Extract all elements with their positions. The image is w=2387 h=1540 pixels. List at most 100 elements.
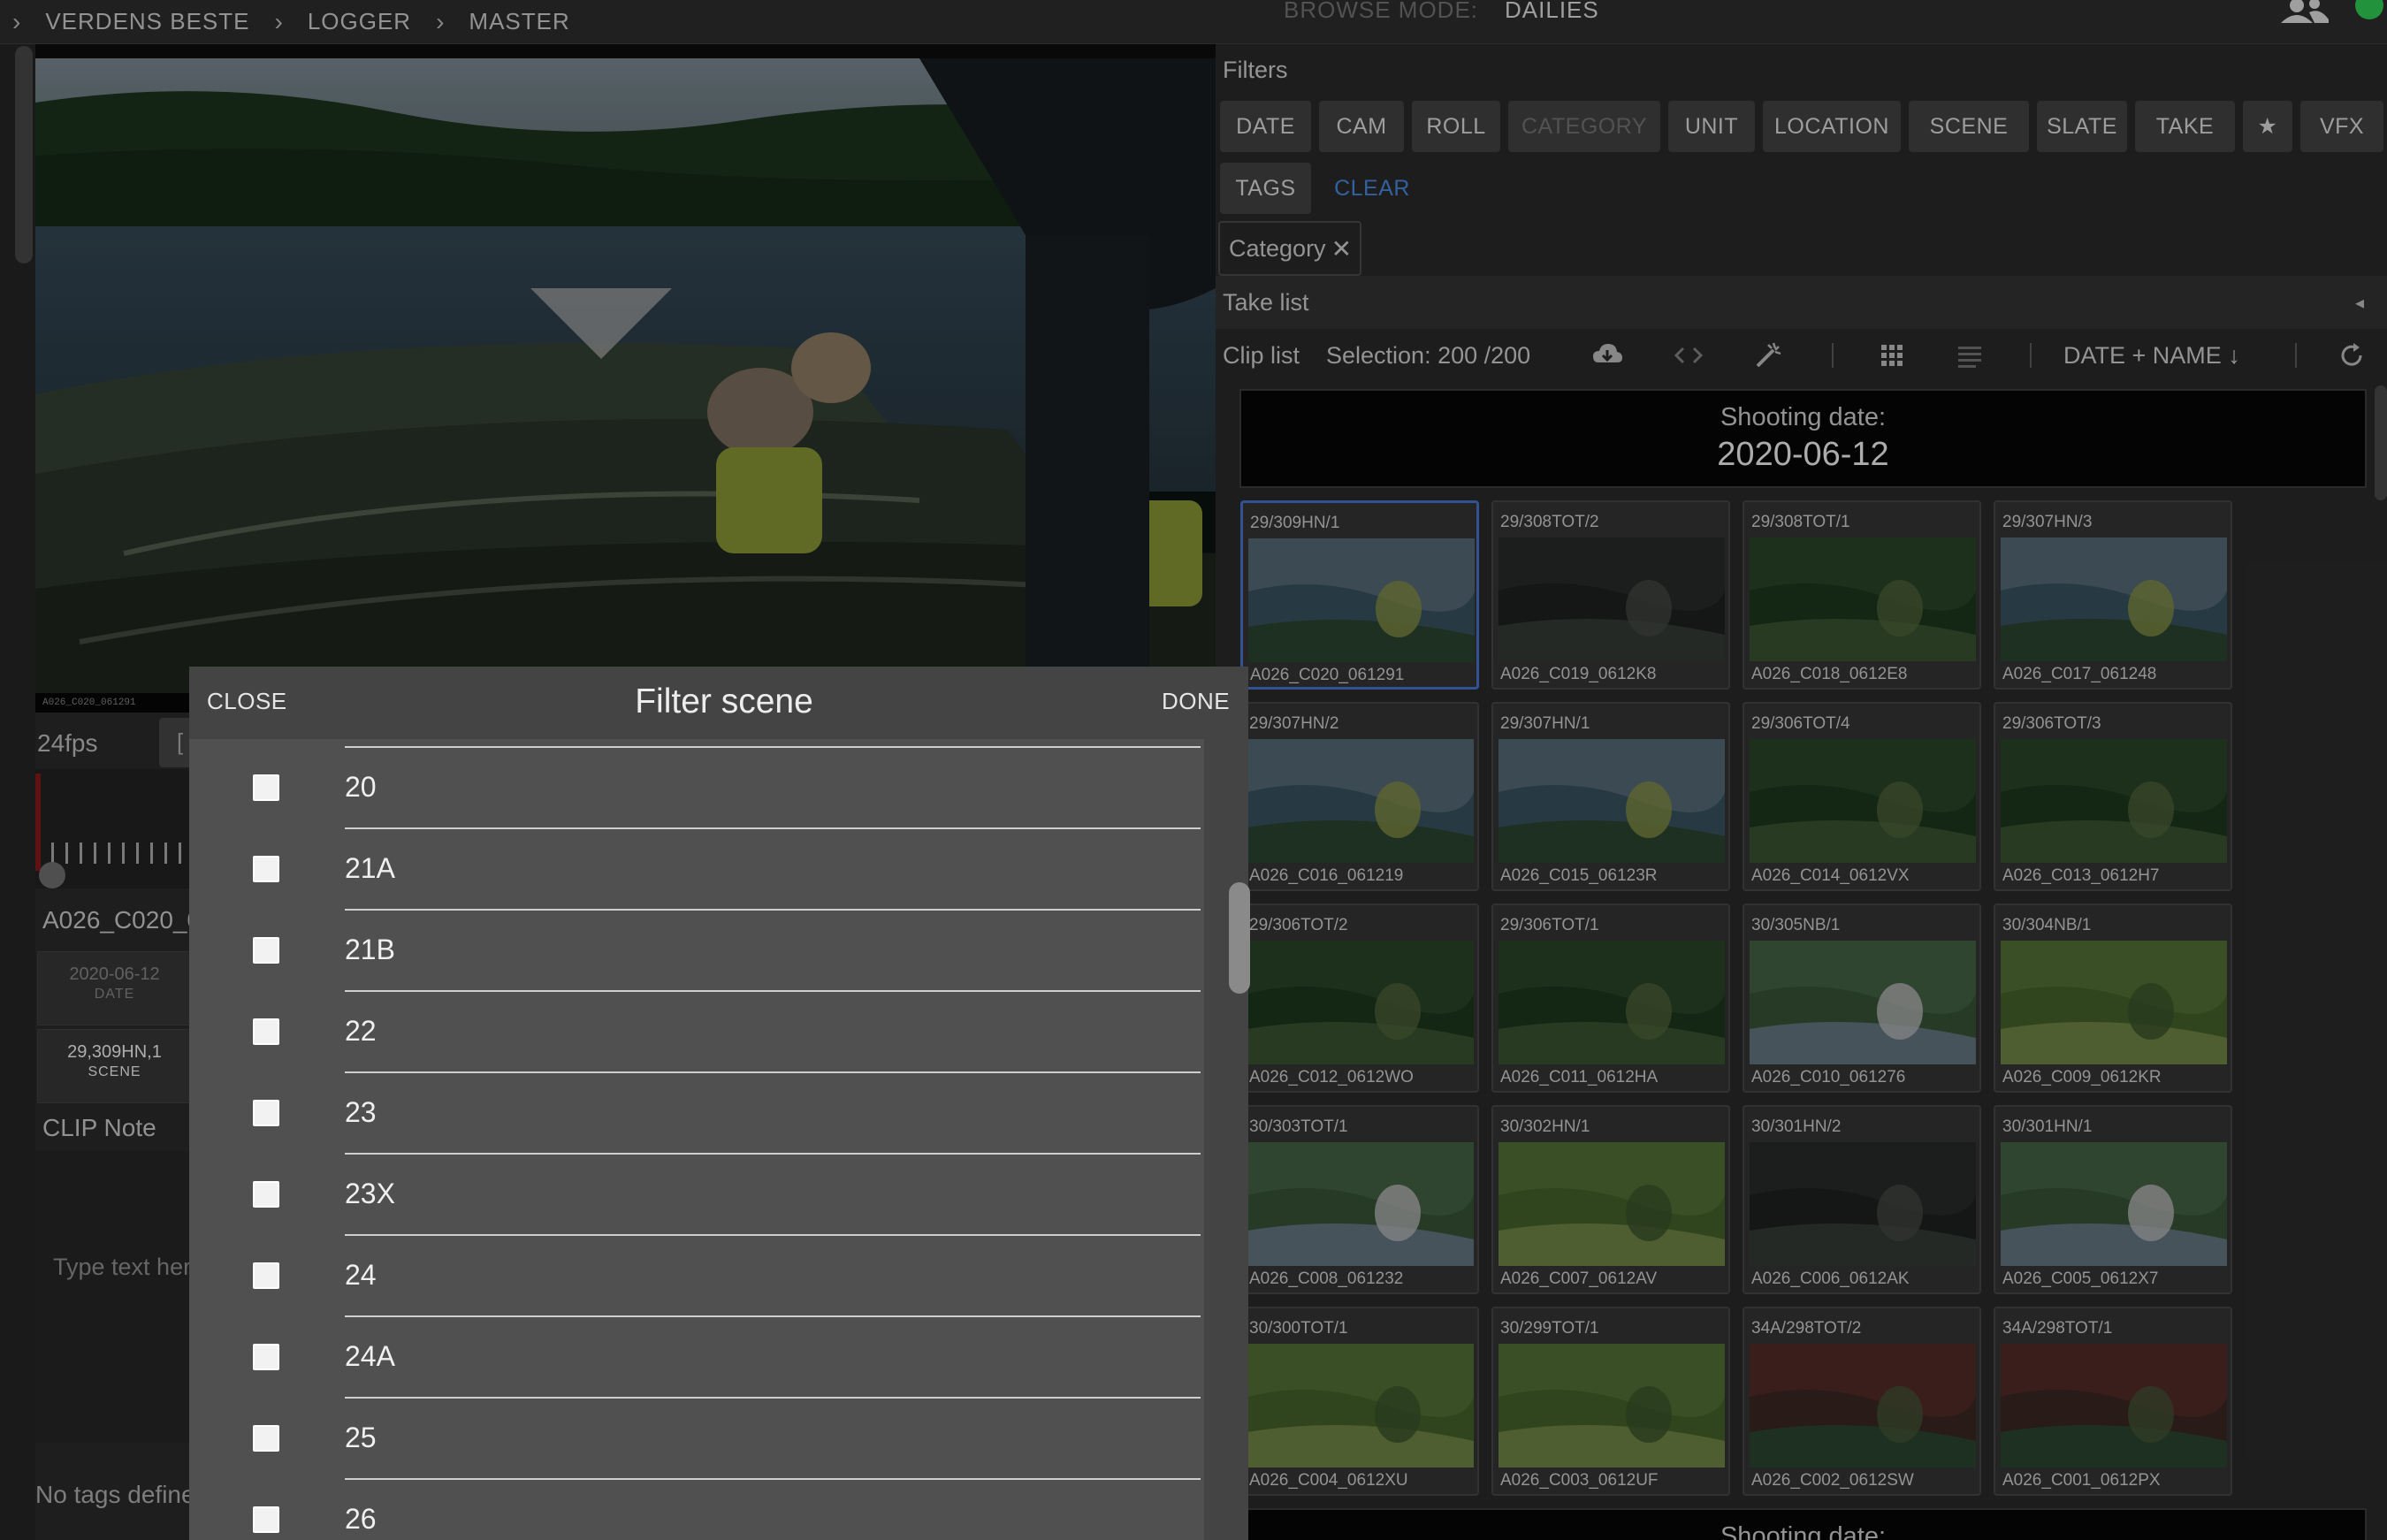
- filter-chip-star-icon[interactable]: ★: [2243, 101, 2292, 152]
- clip-thumbnail[interactable]: 30/301HN/2 A026_C006_0612AK: [1743, 1105, 1981, 1294]
- filter-chip-date[interactable]: DATE: [1220, 101, 1311, 152]
- fps-label: 24fps: [37, 729, 98, 757]
- scene-option-label[interactable]: 21B: [345, 934, 395, 966]
- video-player[interactable]: [35, 58, 1216, 713]
- scene-checkbox[interactable]: [253, 1344, 279, 1370]
- clip-thumbnail[interactable]: 29/307HN/3 A026_C017_061248: [1994, 500, 2232, 690]
- left-scrollbar[interactable]: [15, 46, 33, 263]
- filter-chip-cam[interactable]: CAM: [1319, 101, 1404, 152]
- breadcrumb-master[interactable]: MASTER: [469, 8, 569, 35]
- thumbnail-image: [1750, 941, 1976, 1064]
- clip-note-input[interactable]: [53, 1254, 194, 1281]
- scene-checkbox[interactable]: [253, 856, 279, 882]
- scene-checkbox[interactable]: [253, 937, 279, 964]
- filter-chip-tags[interactable]: TAGS: [1220, 163, 1311, 214]
- thumbnail-clip-name: A026_C001_0612PX: [2002, 1471, 2161, 1490]
- filter-chip-roll[interactable]: ROLL: [1412, 101, 1500, 152]
- filter-chip-unit[interactable]: UNIT: [1668, 101, 1755, 152]
- clip-list-scrollbar[interactable]: [2375, 385, 2387, 500]
- modal-scrollbar[interactable]: [1229, 882, 1250, 994]
- scene-option-label[interactable]: 23X: [345, 1178, 395, 1210]
- scene-checkbox[interactable]: [253, 1425, 279, 1452]
- grid-view-icon[interactable]: [1876, 339, 1908, 371]
- clip-thumbnail[interactable]: 30/302HN/1 A026_C007_0612AV: [1491, 1105, 1730, 1294]
- refresh-icon[interactable]: [2336, 339, 2368, 371]
- clip-thumbnail[interactable]: 29/306TOT/3 A026_C013_0612H7: [1994, 702, 2232, 891]
- thumbnail-image: [1248, 538, 1475, 662]
- scene-option-label[interactable]: 23: [345, 1096, 377, 1129]
- cloud-download-icon[interactable]: [1591, 339, 1623, 371]
- clip-thumbnail[interactable]: 29/307HN/2 A026_C016_061219: [1240, 702, 1479, 891]
- clip-thumbnail[interactable]: 34A/298TOT/2 A026_C002_0612SW: [1743, 1307, 1981, 1496]
- thumbnail-slate: 29/308TOT/2: [1500, 513, 1599, 531]
- thumbnail-clip-name: A026_C016_061219: [1249, 866, 1404, 885]
- clip-thumbnail[interactable]: 29/308TOT/1 A026_C018_0612E8: [1743, 500, 1981, 690]
- row-divider: [345, 1071, 1201, 1073]
- scene-checkbox[interactable]: [253, 774, 279, 801]
- scene-option-label[interactable]: 22: [345, 1015, 377, 1048]
- close-icon[interactable]: ✕: [1331, 234, 1352, 263]
- thumbnail-slate: 29/308TOT/1: [1751, 513, 1850, 531]
- clip-thumbnail[interactable]: 29/309HN/1 A026_C020_061291: [1240, 500, 1479, 690]
- row-divider: [345, 1153, 1201, 1155]
- scene-option-label[interactable]: 21A: [345, 852, 395, 885]
- scene-option-label[interactable]: 26: [345, 1503, 377, 1536]
- selection-count: Selection: 200 /200: [1326, 342, 1531, 369]
- scene-checkbox[interactable]: [253, 1181, 279, 1208]
- clip-thumbnail[interactable]: 34A/298TOT/1 A026_C001_0612PX: [1994, 1307, 2232, 1496]
- row-divider: [345, 1234, 1201, 1236]
- thumbnail-slate: 29/307HN/3: [2002, 513, 2093, 531]
- clear-filters-button[interactable]: CLEAR: [1319, 163, 1425, 214]
- breadcrumb-logger[interactable]: LOGGER: [308, 8, 411, 35]
- filter-chip-vfx[interactable]: VFX: [2300, 101, 2383, 152]
- take-list-header[interactable]: [1216, 276, 2387, 329]
- scene-option-label[interactable]: 20: [345, 771, 377, 804]
- sort-dropdown[interactable]: DATE + NAME ↓: [2063, 342, 2240, 370]
- thumbnail-image: [1247, 739, 1474, 863]
- row-divider: [345, 1315, 1201, 1317]
- no-tags-text: No tags defined: [35, 1481, 210, 1508]
- thumbnail-image: [1499, 1344, 1725, 1468]
- clip-thumbnail[interactable]: 29/306TOT/1 A026_C011_0612HA: [1491, 903, 1730, 1093]
- shooting-date-header-next: Shooting date:: [1239, 1508, 2367, 1540]
- clip-thumbnail[interactable]: 30/305NB/1 A026_C010_061276: [1743, 903, 1981, 1093]
- clip-thumbnail[interactable]: 30/304NB/1 A026_C009_0612KR: [1994, 903, 2232, 1093]
- clip-thumbnail[interactable]: 30/299TOT/1 A026_C003_0612UF: [1491, 1307, 1730, 1496]
- scene-checkbox[interactable]: [253, 1018, 279, 1045]
- clip-thumbnail[interactable]: 30/303TOT/1 A026_C008_061232: [1240, 1105, 1479, 1294]
- done-button[interactable]: DONE: [1162, 688, 1230, 715]
- magic-wand-icon[interactable]: [1752, 339, 1784, 371]
- clip-thumbnail[interactable]: 30/301HN/1 A026_C005_0612X7: [1994, 1105, 2232, 1294]
- scene-checkbox[interactable]: [253, 1262, 279, 1289]
- clip-thumbnail[interactable]: 30/300TOT/1 A026_C004_0612XU: [1240, 1307, 1479, 1496]
- scene-option-label[interactable]: 25: [345, 1422, 377, 1454]
- clip-thumbnail[interactable]: 29/307HN/1 A026_C015_06123R: [1491, 702, 1730, 891]
- clip-thumbnail[interactable]: 29/306TOT/2 A026_C012_0612WO: [1240, 903, 1479, 1093]
- filter-chip-slate[interactable]: SLATE: [2037, 101, 2127, 152]
- scene-option-label[interactable]: 24: [345, 1259, 377, 1292]
- scene-field[interactable]: 29,309HN,1 SCENE: [37, 1029, 192, 1103]
- clip-thumbnail[interactable]: 29/308TOT/2 A026_C019_0612K8: [1491, 500, 1730, 690]
- code-icon[interactable]: [1673, 339, 1704, 371]
- users-icon[interactable]: [2279, 0, 2329, 23]
- thumbnail-clip-name: A026_C018_0612E8: [1751, 665, 1908, 683]
- filter-chip-take[interactable]: TAKE: [2135, 101, 2235, 152]
- filter-chip-location[interactable]: LOCATION: [1763, 101, 1901, 152]
- scene-checkbox[interactable]: [253, 1506, 279, 1533]
- breadcrumb-project[interactable]: VERDENS BESTE: [45, 8, 249, 35]
- list-view-icon[interactable]: [1954, 339, 1986, 371]
- date-field[interactable]: 2020-06-12 DATE: [37, 951, 192, 1025]
- clip-thumbnail[interactable]: 29/306TOT/4 A026_C014_0612VX: [1743, 702, 1981, 891]
- row-divider: [345, 746, 1201, 748]
- browse-mode-value[interactable]: DAILIES: [1505, 0, 1599, 24]
- playhead[interactable]: [35, 774, 41, 871]
- browse-mode[interactable]: BROWSE MODE: DAILIES: [1284, 0, 1599, 23]
- scrub-handle[interactable]: [39, 862, 65, 888]
- row-divider: [345, 1478, 1201, 1480]
- active-filter-category[interactable]: Category ✕: [1218, 221, 1361, 276]
- collapse-icon[interactable]: ◂: [2355, 292, 2364, 314]
- scene-checkbox[interactable]: [253, 1100, 279, 1126]
- scene-option-label[interactable]: 24A: [345, 1340, 395, 1373]
- thumbnail-image: [1750, 1142, 1976, 1266]
- filter-chip-scene[interactable]: SCENE: [1909, 101, 2029, 152]
